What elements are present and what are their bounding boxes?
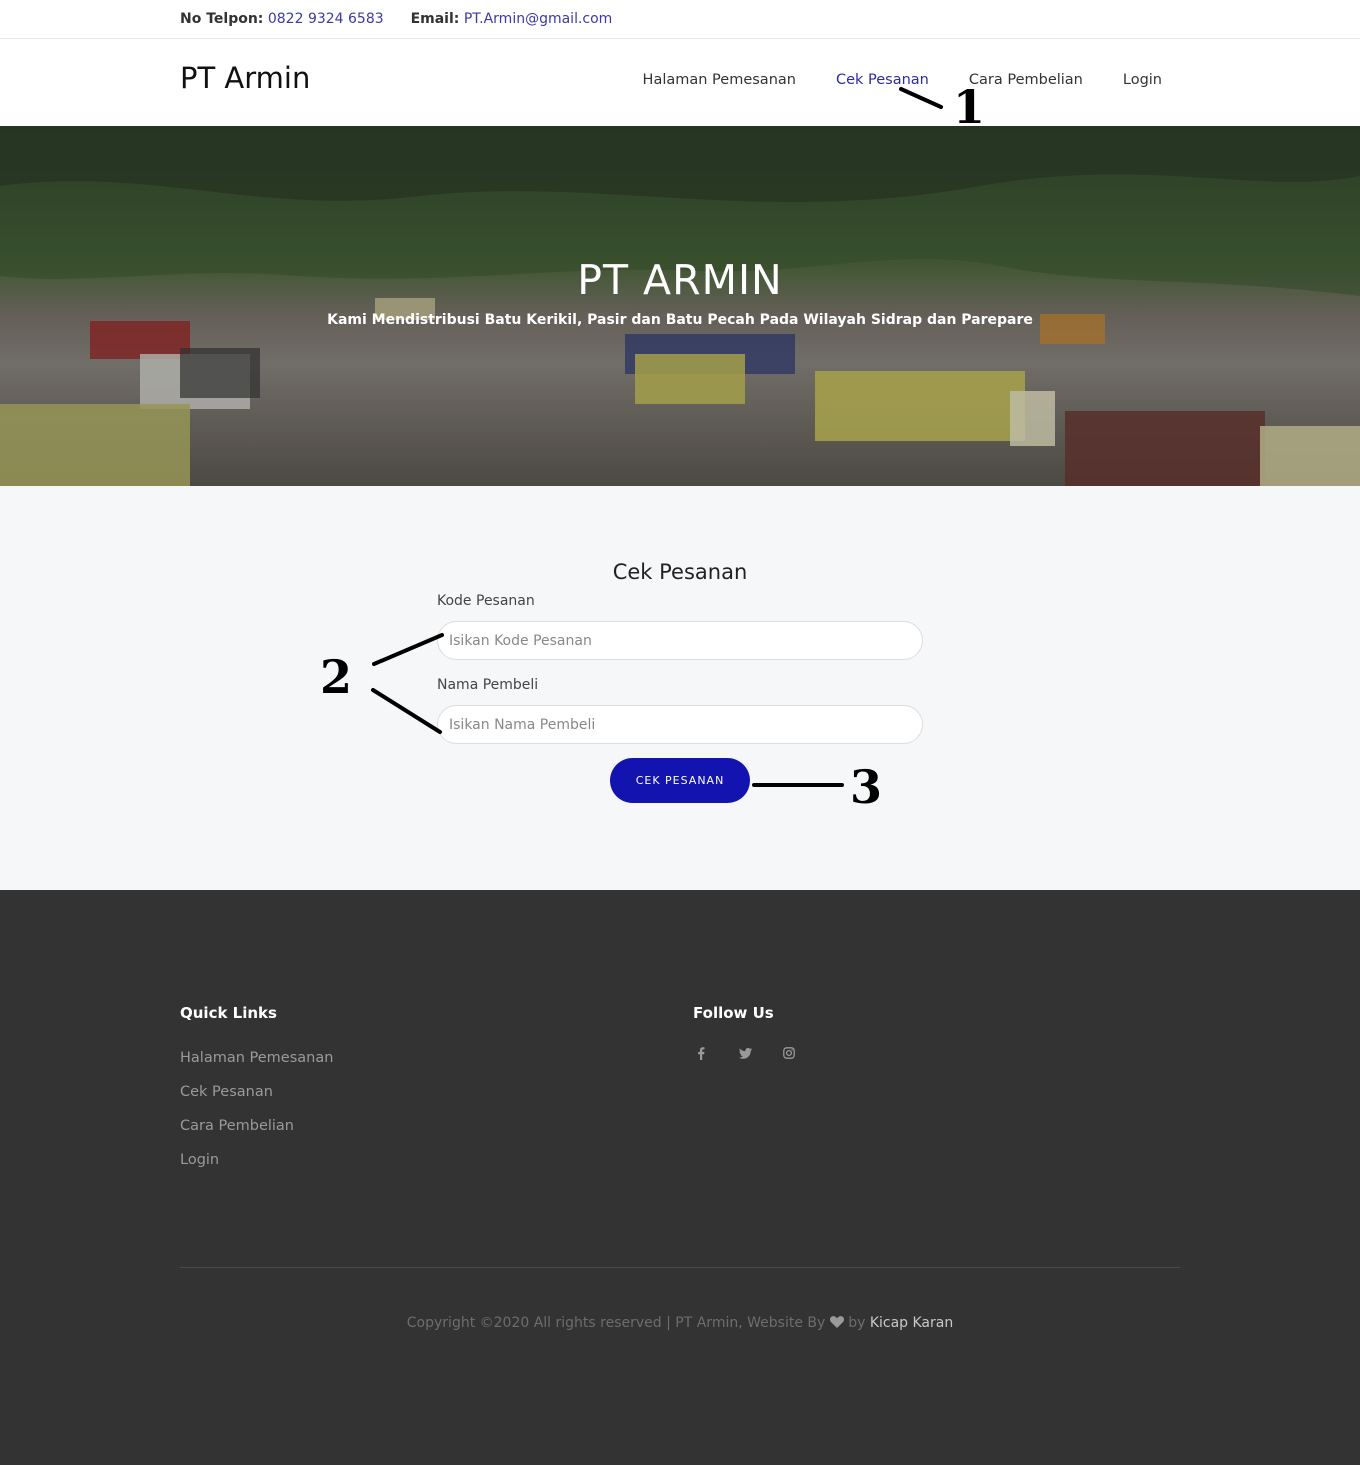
kode-pesanan-input[interactable] (437, 621, 923, 660)
annotation-number-2: 2 (320, 650, 353, 704)
footer-link-cara-pembelian[interactable]: Cara Pembelian (180, 1118, 294, 1134)
email-label: Email: (410, 11, 460, 27)
top-contact-bar: No Telpon: 0822 9324 6583 Email: PT.Armi… (0, 0, 1360, 39)
kode-pesanan-label: Kode Pesanan (437, 593, 535, 609)
hero-subtitle: Kami Mendistribusi Batu Kerikil, Pasir d… (327, 312, 1033, 328)
nama-pembeli-label: Nama Pembeli (437, 677, 539, 693)
twitter-icon[interactable] (737, 1045, 753, 1061)
cek-pesanan-button[interactable]: CEK PESANAN (610, 758, 750, 803)
copyright-by: by (848, 1315, 866, 1331)
form-title: Cek Pesanan (612, 560, 748, 584)
contact-info: No Telpon: 0822 9324 6583 Email: PT.Armi… (180, 11, 612, 27)
quick-links-list: Halaman Pemesanan Cek Pesanan Cara Pembe… (180, 1047, 333, 1183)
footer-link-login[interactable]: Login (180, 1152, 219, 1168)
phone-label: No Telpon: (180, 11, 264, 27)
nav-cara-pembelian[interactable]: Cara Pembelian (969, 72, 1083, 88)
author-link[interactable]: Kicap Karan (870, 1315, 953, 1331)
copyright-prefix: Copyright ©2020 All rights reserved | PT… (406, 1315, 826, 1331)
nav-login[interactable]: Login (1123, 72, 1162, 88)
hero-overlay (0, 126, 1360, 486)
main-nav: Halaman Pemesanan Cek Pesanan Cara Pembe… (603, 72, 1162, 88)
nav-halaman-pemesanan[interactable]: Halaman Pemesanan (643, 72, 796, 88)
follow-us-title: Follow Us (693, 1004, 774, 1022)
phone-link[interactable]: 0822 9324 6583 (268, 11, 384, 27)
cek-pesanan-section: Cek Pesanan Kode Pesanan Nama Pembeli CE… (0, 486, 1360, 890)
social-links (693, 1045, 797, 1061)
annotation-number-3: 3 (850, 760, 883, 814)
hero-title: PT ARMIN (577, 256, 783, 304)
footer: Quick Links Halaman Pemesanan Cek Pesana… (0, 890, 1360, 1465)
nama-pembeli-input[interactable] (437, 705, 923, 744)
brand-logo[interactable]: PT Armin (180, 61, 310, 95)
navbar: PT Armin Halaman Pemesanan Cek Pesanan C… (0, 39, 1360, 126)
email-link[interactable]: PT.Armin@gmail.com (464, 11, 613, 27)
heart-icon (829, 1315, 848, 1331)
copyright-text: Copyright ©2020 All rights reserved | PT… (0, 1315, 1360, 1331)
nav-cek-pesanan[interactable]: Cek Pesanan (836, 72, 929, 88)
instagram-icon[interactable] (781, 1045, 797, 1061)
footer-link-cek-pesanan[interactable]: Cek Pesanan (180, 1084, 273, 1100)
quick-links-title: Quick Links (180, 1004, 277, 1022)
hero-banner: PT ARMIN Kami Mendistribusi Batu Kerikil… (0, 126, 1360, 486)
footer-link-halaman-pemesanan[interactable]: Halaman Pemesanan (180, 1050, 333, 1066)
footer-divider (180, 1267, 1180, 1268)
facebook-icon[interactable] (693, 1045, 709, 1061)
